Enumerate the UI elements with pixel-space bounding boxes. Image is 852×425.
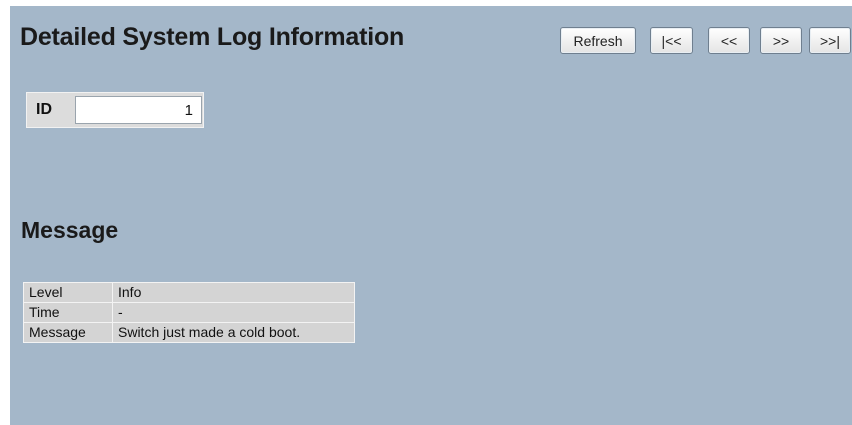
- level-key: Level: [23, 282, 113, 303]
- next-page-button[interactable]: >>: [760, 27, 802, 54]
- page-title: Detailed System Log Information: [20, 23, 405, 51]
- message-section-title: Message: [21, 217, 119, 243]
- id-label: ID: [36, 101, 52, 118]
- id-field-group: ID: [26, 92, 204, 128]
- previous-page-button[interactable]: <<: [708, 27, 750, 54]
- table-row: Message Switch just made a cold boot.: [23, 322, 355, 343]
- message-table: Level Info Time - Message Switch just ma…: [23, 282, 355, 343]
- refresh-button[interactable]: Refresh: [560, 27, 636, 54]
- message-key: Message: [23, 322, 113, 343]
- table-row: Time -: [23, 302, 355, 323]
- first-page-button[interactable]: |<<: [650, 27, 693, 54]
- last-page-button[interactable]: >>|: [809, 27, 851, 54]
- table-row: Level Info: [23, 282, 355, 303]
- message-value: Switch just made a cold boot.: [112, 322, 355, 343]
- content-panel: Detailed System Log Information Refresh …: [10, 6, 852, 425]
- level-value: Info: [112, 282, 355, 303]
- time-value: -: [112, 302, 355, 323]
- time-key: Time: [23, 302, 113, 323]
- id-input[interactable]: [75, 96, 202, 124]
